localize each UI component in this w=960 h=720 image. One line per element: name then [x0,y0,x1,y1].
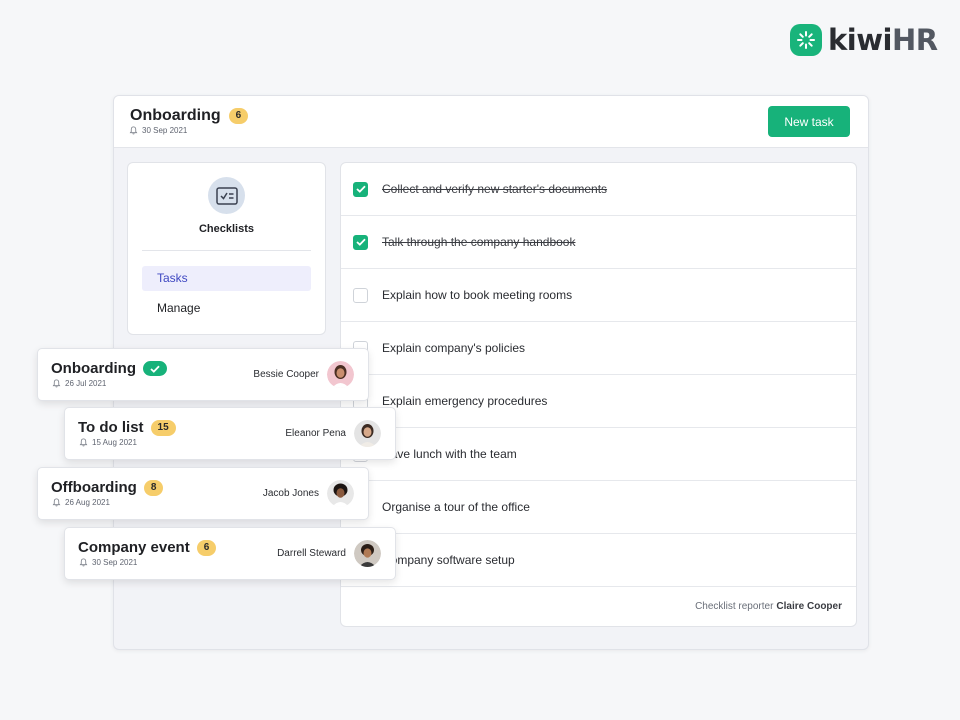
avatar [354,540,381,567]
task-count-badge: 6 [228,108,249,124]
task-list: Collect and verify new starter's documen… [340,162,857,627]
checklist-card-title: To do list 15 [78,419,176,436]
checklist-card-date: 26 Aug 2021 [52,498,110,507]
task-label: Collect and verify new starter's documen… [382,182,608,196]
sidebar-item-tasks[interactable]: Tasks [142,266,311,291]
bell-icon [79,558,88,567]
bell-icon [79,438,88,447]
checklist-card-offboarding[interactable]: Offboarding 8 26 Aug 2021 Jacob Jones [37,467,369,520]
assignee: Darrell Steward [277,540,381,567]
task-count-badge: 15 [150,419,176,436]
task-count-badge: 8 [143,479,164,496]
sidebar-divider [142,250,311,251]
task-label: Company software setup [382,553,515,567]
checklist-reporter: Checklist reporter Claire Cooper [341,587,856,626]
assignee: Eleanor Pena [285,420,381,447]
bell-icon [52,498,61,507]
task-row: Explain emergency procedures [341,375,856,428]
assignee: Jacob Jones [263,480,354,507]
task-label: Have lunch with the team [382,447,517,461]
checkmark-icon [355,238,366,246]
checklist-icon [208,177,245,214]
task-label: Organise a tour of the office [382,500,530,514]
task-row: Explain company's policies [341,322,856,375]
task-row: Have lunch with the team [341,428,856,481]
task-label: Explain emergency procedures [382,394,548,408]
checklist-card-company-event[interactable]: Company event 6 30 Sep 2021 Darrell Stew… [64,527,396,580]
bell-icon [129,126,138,135]
task-checkbox[interactable] [353,287,368,303]
task-label: Explain how to book meeting rooms [382,288,573,302]
assignee-name: Bessie Cooper [253,369,319,380]
sidebar-item-manage[interactable]: Manage [142,296,311,321]
new-task-button[interactable]: New task [768,106,850,137]
task-row: Explain how to book meeting rooms [341,269,856,322]
task-checkbox[interactable] [353,234,368,250]
checklist-card-onboarding[interactable]: Onboarding 26 Jul 2021 Bessie Cooper [37,348,369,401]
checklist-title: Onboarding [130,107,221,124]
task-row: Company software setup [341,534,856,587]
task-label: Explain company's policies [382,341,526,355]
avatar [327,361,354,388]
checklist-card-to-do-list[interactable]: To do list 15 15 Aug 2021 Eleanor Pena [64,407,396,460]
checklist-card-date: 15 Aug 2021 [79,438,137,447]
kiwihr-logo: kiwiHR [790,24,938,56]
checklist-card-title: Onboarding [51,360,167,377]
task-count-badge: 6 [196,539,217,556]
sidebar-title: Checklists [198,223,255,235]
task-label: Talk through the company handbook [382,235,576,249]
checklist-card-title: Company event 6 [78,539,217,556]
checklist-card-date: 26 Jul 2021 [52,379,106,388]
assignee-name: Eleanor Pena [285,428,346,439]
reporter-name: Claire Cooper [776,601,842,612]
task-row: Collect and verify new starter's documen… [341,163,856,216]
checklists-sidebar: Checklists Tasks Manage [127,162,326,335]
page-title: Onboarding 6 [130,107,249,125]
checklist-date: 30 Sep 2021 [129,126,187,135]
checklist-header: Onboarding 6 30 Sep 2021 New task [114,96,868,148]
task-checkbox[interactable] [353,181,368,197]
reporter-label: Checklist reporter [695,601,774,612]
checklist-card-date: 30 Sep 2021 [79,558,137,567]
assignee-name: Jacob Jones [262,488,319,499]
completed-check-icon [143,361,167,376]
assignee-name: Darrell Steward [277,548,346,559]
checklist-card-title: Offboarding 8 [51,479,164,496]
task-row: Talk through the company handbook [341,216,856,269]
avatar [327,480,354,507]
task-row: Organise a tour of the office [341,481,856,534]
avatar [354,420,381,447]
bell-icon [52,379,61,388]
sun-burst-icon [790,24,822,56]
assignee: Bessie Cooper [253,361,354,388]
logo-wordmark: kiwiHR [828,23,938,57]
checkmark-icon [355,185,366,193]
